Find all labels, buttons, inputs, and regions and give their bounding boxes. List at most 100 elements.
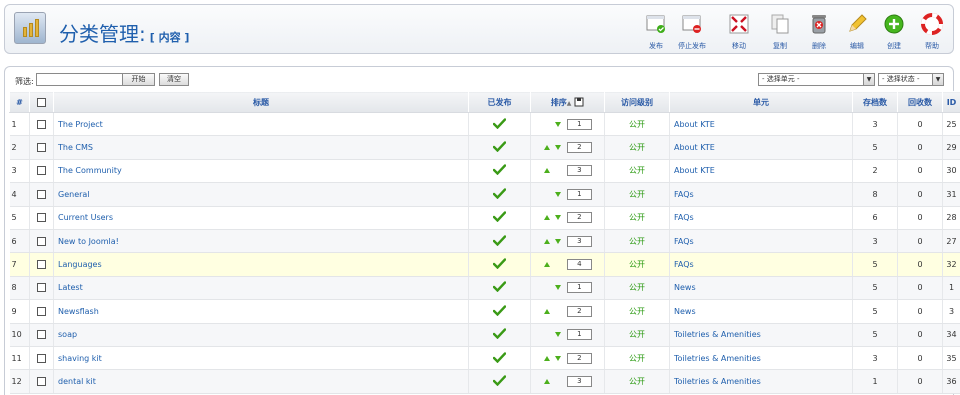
table-row[interactable]: 10 soap 1 公开 Toiletries & Amenities 5 0 34 [9,323,960,347]
move-down-icon[interactable] [554,215,561,221]
filter-go-button[interactable]: 开始 [122,73,155,86]
table-row[interactable]: 5 Current Users 2 公开 FAQs 6 0 28 [9,206,960,230]
access-level-link[interactable]: 公开 [604,229,670,254]
category-title-link[interactable]: soap [53,323,469,347]
row-checkbox[interactable] [37,166,46,176]
order-input[interactable]: 2 [566,352,592,364]
help-button[interactable]: 帮助 [910,11,954,51]
section-link[interactable]: Toiletries & Amenities [669,323,853,347]
order-input[interactable]: 2 [566,142,592,154]
published-check-icon[interactable] [492,281,507,293]
category-title-link[interactable]: The Community [53,159,469,184]
table-row[interactable]: 6 New to Joomla! 3 公开 FAQs 3 0 27 [9,229,960,254]
section-link[interactable]: Toiletries & Amenities [669,346,853,371]
row-checkbox[interactable] [37,330,46,340]
access-level-link[interactable]: 公开 [604,323,670,347]
order-input[interactable]: 1 [566,118,592,130]
move-up-icon[interactable] [544,308,551,314]
access-level-link[interactable]: 公开 [604,276,670,301]
category-title-link[interactable]: shaving kit [53,346,469,371]
move-down-icon[interactable] [554,145,561,151]
section-link[interactable]: About KTE [669,135,853,160]
table-row[interactable]: 8 Latest 1 公开 News 5 0 1 [9,276,960,301]
save-order-icon[interactable] [574,97,584,107]
order-input[interactable]: 4 [566,259,592,271]
access-level-link[interactable]: 公开 [604,369,670,394]
table-row[interactable]: 3 The Community 3 公开 About KTE 2 0 30 [9,159,960,184]
row-checkbox[interactable] [37,213,46,223]
access-level-link[interactable]: 公开 [604,346,670,371]
section-select[interactable]: - 选择单元 - ▼ [758,73,875,86]
move-up-icon[interactable] [544,215,551,221]
published-check-icon[interactable] [492,375,507,387]
published-check-icon[interactable] [492,305,507,317]
category-title-link[interactable]: Current Users [53,206,469,230]
row-checkbox[interactable] [37,376,46,386]
table-row[interactable]: 7 Languages 4 公开 FAQs 5 0 32 [9,252,960,277]
section-link[interactable]: FAQs [669,206,853,230]
published-check-icon[interactable] [492,351,507,363]
access-level-link[interactable]: 公开 [604,182,670,207]
select-all-checkbox[interactable] [37,97,46,107]
order-input[interactable]: 2 [566,212,592,224]
table-row[interactable]: 11 shaving kit 2 公开 Toiletries & Amenities 3… [9,346,960,371]
move-up-icon[interactable] [544,262,551,268]
section-link[interactable]: About KTE [669,159,853,184]
published-check-icon[interactable] [492,258,507,270]
access-level-link[interactable]: 公开 [604,112,670,137]
copy-button[interactable]: 复制 [758,11,802,51]
published-check-icon[interactable] [492,328,507,340]
move-down-icon[interactable] [554,238,561,244]
state-select[interactable]: - 选择状态 - ▼ [878,73,944,86]
row-checkbox[interactable] [37,143,46,153]
access-level-link[interactable]: 公开 [604,135,670,160]
row-checkbox[interactable] [37,119,46,129]
section-link[interactable]: FAQs [669,252,853,277]
table-row[interactable]: 12 dental kit 3 公开 Toiletries & Amenities 1 0… [9,369,960,394]
category-title-link[interactable]: Languages [53,252,469,277]
move-up-icon[interactable] [544,238,551,244]
table-row[interactable]: 2 The CMS 2 公开 About KTE 5 0 29 [9,135,960,160]
category-title-link[interactable]: The CMS [53,135,469,160]
move-up-icon[interactable] [544,378,551,384]
published-check-icon[interactable] [492,164,507,176]
table-row[interactable]: 1 The Project 1 公开 About KTE 3 0 25 [9,112,960,137]
move-down-icon[interactable] [554,355,561,361]
section-link[interactable]: News [669,299,853,324]
row-checkbox[interactable] [37,260,46,270]
order-input[interactable]: 1 [566,329,592,341]
access-level-link[interactable]: 公开 [604,159,670,184]
row-checkbox[interactable] [37,283,46,293]
section-link[interactable]: About KTE [669,112,853,137]
section-link[interactable]: FAQs [669,182,853,207]
row-checkbox[interactable] [37,353,46,363]
move-down-icon[interactable] [554,121,561,127]
col-id[interactable]: ID [942,91,960,113]
order-input[interactable]: 2 [566,305,592,317]
category-title-link[interactable]: dental kit [53,369,469,394]
move-up-icon[interactable] [544,355,551,361]
row-checkbox[interactable] [37,306,46,316]
published-check-icon[interactable] [492,117,507,129]
section-link[interactable]: Toiletries & Amenities [669,369,853,394]
col-title[interactable]: 标题 [53,91,469,113]
move-down-icon[interactable] [554,191,561,197]
order-input[interactable]: 3 [566,375,592,387]
row-checkbox[interactable] [37,236,46,246]
access-level-link[interactable]: 公开 [604,252,670,277]
category-title-link[interactable]: Newsflash [53,299,469,324]
table-row[interactable]: 9 Newsflash 2 公开 News 5 0 3 [9,299,960,324]
col-order[interactable]: 排序▲ [530,91,605,113]
category-title-link[interactable]: General [53,182,469,207]
section-link[interactable]: FAQs [669,229,853,254]
col-section[interactable]: 单元 [669,91,853,113]
move-down-icon[interactable] [554,332,561,338]
access-level-link[interactable]: 公开 [604,299,670,324]
published-check-icon[interactable] [492,141,507,153]
category-title-link[interactable]: New to Joomla! [53,229,469,254]
table-row[interactable]: 4 General 1 公开 FAQs 8 0 31 [9,182,960,207]
order-input[interactable]: 1 [566,282,592,294]
category-title-link[interactable]: The Project [53,112,469,137]
filter-reset-button[interactable]: 清空 [159,73,189,86]
move-up-icon[interactable] [544,145,551,151]
